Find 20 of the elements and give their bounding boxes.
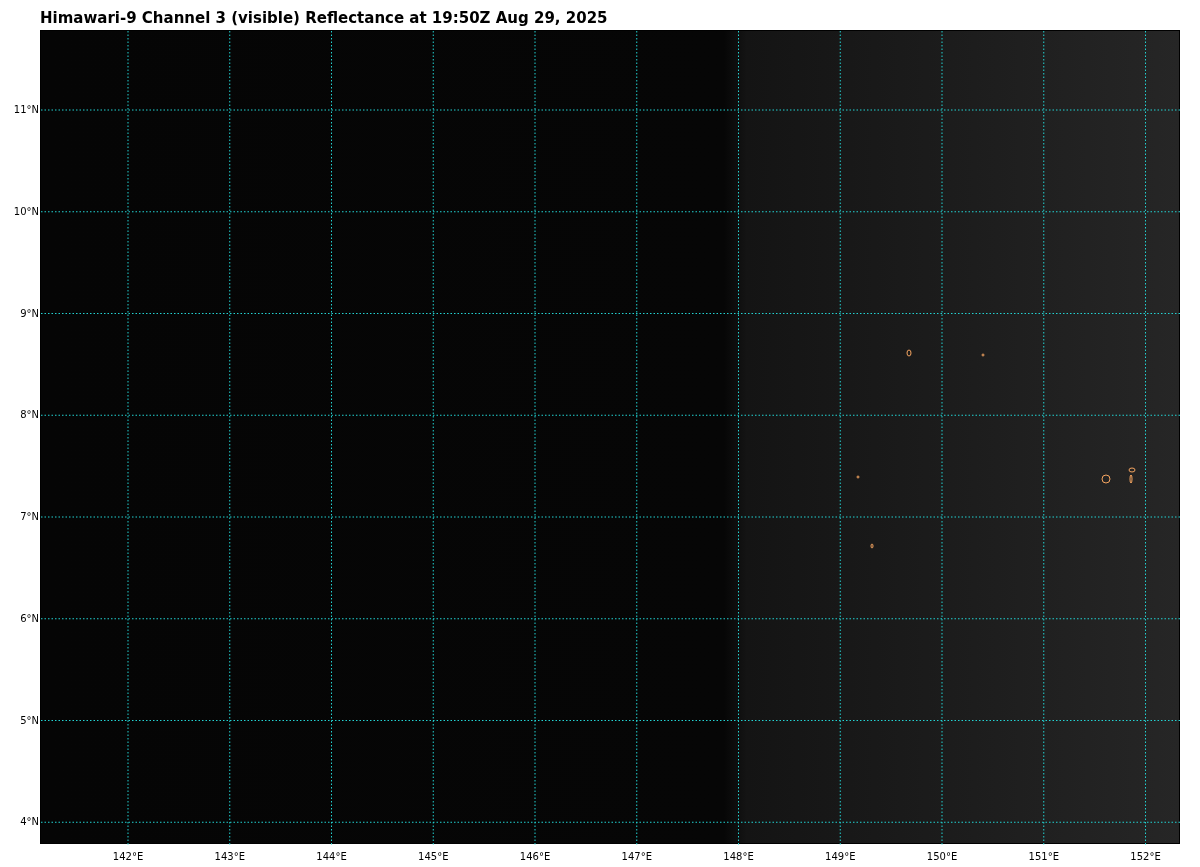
latitude-label: 6°N: [20, 612, 39, 625]
figure-title: Himawari-9 Channel 3 (visible) Reflectance at 19:50Z Aug 29, 2025: [40, 9, 608, 27]
longitude-label: 152°E: [1130, 851, 1161, 863]
latitude-label: 8°N: [20, 409, 39, 422]
longitude-label: 149°E: [825, 851, 856, 863]
longitude-label: 150°E: [926, 851, 958, 863]
latitude-label: 9°N: [20, 307, 39, 320]
latitude-label: 7°N: [20, 511, 39, 523]
longitude-label: 143°E: [214, 851, 245, 863]
longitude-label: 145°E: [418, 851, 449, 863]
longitude-label: 148°E: [723, 851, 754, 863]
longitude-label: 142°E: [112, 851, 144, 863]
longitude-label: 151°E: [1028, 851, 1059, 863]
latitude-label: 11°N: [13, 104, 39, 116]
longitude-label: 146°E: [519, 851, 551, 863]
longitude-label: 147°E: [621, 851, 652, 863]
latitude-label: 5°N: [20, 714, 39, 727]
latitude-label: 4°N: [20, 816, 39, 829]
longitude-label: 144°E: [316, 851, 347, 863]
latitude-label: 10°N: [13, 205, 39, 218]
